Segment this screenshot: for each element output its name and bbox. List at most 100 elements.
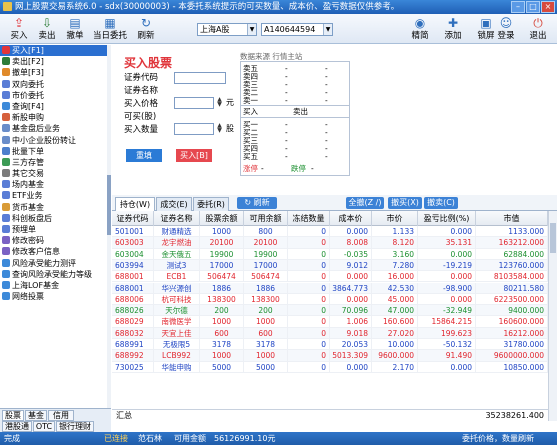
market-select[interactable]: 上海A股 ▼ (197, 23, 257, 36)
price-input[interactable] (174, 97, 214, 109)
sidebar-item[interactable]: 双向委托 (0, 79, 110, 90)
title-bar: 网上股票交易系统6.0 - sdx(30000003) - 本委托系统提示的可买… (0, 0, 557, 14)
sidebar-item[interactable]: 预埋单 (0, 224, 110, 235)
sidebar-item[interactable]: 科创板盘后 (0, 213, 110, 224)
sidebar-item[interactable]: ETF业务 (0, 190, 110, 201)
column-header[interactable]: 盈亏比例(%) (418, 211, 476, 226)
minimize-button[interactable]: – (511, 1, 525, 13)
tab-hk-connect[interactable]: 港股通 (2, 421, 32, 432)
table-row[interactable]: 688992 LCB992 1000 1000 0 5013.309 9600.000 91.… (112, 350, 548, 362)
table-cell: 5000 (200, 361, 244, 373)
maximize-button[interactable]: □ (526, 1, 540, 13)
sidebar-item[interactable]: 中小企业股份转让 (0, 135, 110, 146)
tab-orders[interactable]: 委托(R) (193, 197, 229, 211)
quote-row[interactable]: 买五 - - (243, 152, 347, 161)
today-orders-tool-button[interactable]: ▦ 当日委托 (90, 15, 130, 43)
cancel-tool-button[interactable]: ▤ 撤单 (60, 15, 90, 43)
sell-tool-button[interactable]: ⇩ 卖出 (32, 15, 62, 43)
sidebar-item[interactable]: 其它交易 (0, 168, 110, 179)
tab-funds[interactable]: 基金 (25, 410, 47, 421)
panel-splitter[interactable] (112, 186, 557, 194)
table-row[interactable]: 501001 财通精选 1000 800 0 0.000 1.133 0.000 1133.00… (112, 226, 548, 238)
refresh-button[interactable]: ↻ 刷新 (237, 197, 277, 209)
column-header[interactable]: 证券名称 (154, 211, 200, 226)
simple-mode-button[interactable]: ◉ 精简 (405, 15, 435, 43)
column-header[interactable]: 股票余额 (200, 211, 244, 226)
sidebar-item[interactable]: 修改密码 (0, 235, 110, 246)
sidebar-item-label: 预埋单 (12, 225, 36, 234)
price-stepper[interactable]: ▲ ▼ (214, 97, 225, 109)
table-row[interactable]: 603994 测试3 17000 17000 0 9.012 7.280 -19.219 123… (112, 259, 548, 272)
tab-bank-wealth[interactable]: 银行理财 (56, 421, 94, 432)
login-button[interactable]: ☺ 登录 (491, 15, 521, 43)
table-row[interactable]: 688001 ECB1 506474 506474 0 0.000 16.000 0.000 8… (112, 271, 548, 283)
table-row[interactable]: 688001 华兴源创 1886 1886 0 3864.773 42.530 -98.900… (112, 282, 548, 294)
quantity-unit: 股 (226, 124, 234, 133)
quote-row[interactable]: 卖一 - - (243, 96, 347, 105)
add-button[interactable]: ✚ 添加 (438, 15, 468, 43)
exit-button[interactable]: ⏻ 退出 (523, 15, 553, 43)
scrollbar-thumb[interactable] (107, 175, 111, 235)
sidebar-item[interactable]: 查询风险承受能力等级 (0, 269, 110, 280)
table-row[interactable]: 603003 龙宇燃油 20100 20100 0 8.008 8.120 35.131 163… (112, 237, 548, 249)
scrollbar-thumb[interactable] (550, 223, 556, 253)
table-scrollbar[interactable] (548, 211, 557, 421)
table-cell: 200 (200, 305, 244, 317)
cancel-buy-button[interactable]: 撤买(X) (388, 197, 422, 209)
table-cell: 123760.000 (476, 259, 548, 271)
close-button[interactable]: × (541, 1, 555, 13)
table-cell: 16212.000 (476, 327, 548, 339)
table-cell: 龙宇燃油 (154, 237, 200, 249)
sidebar-scrollbar[interactable] (107, 45, 111, 420)
sidebar-item[interactable]: 三方存管 (0, 157, 110, 168)
sidebar-item[interactable]: 修改客户信息 (0, 246, 110, 257)
sidebar-item[interactable]: 批量下单 (0, 146, 110, 157)
reset-button[interactable]: 重填 (126, 149, 162, 162)
column-header[interactable]: 证券代码 (112, 211, 154, 226)
sidebar-item[interactable]: 场内基金 (0, 179, 110, 190)
cancel-sell-button[interactable]: 撤卖(C) (424, 197, 458, 209)
tab-stocks[interactable]: 股票 (2, 410, 24, 421)
table-row[interactable]: 688026 天尔德 200 200 0 70.096 47.000 -32.949 9400.… (112, 305, 548, 317)
column-header[interactable]: 市价 (372, 211, 418, 226)
table-cell: 688001 (112, 282, 154, 294)
tab-credit[interactable]: 信用 (48, 410, 74, 421)
table-cell: 15864.215 (418, 316, 476, 328)
tab-otc[interactable]: OTC (33, 421, 55, 432)
column-header[interactable]: 可用余额 (244, 211, 288, 226)
sidebar-item[interactable]: 上海LOF基金 (0, 280, 110, 291)
sidebar-item-label: 新股申购 (12, 113, 44, 123)
column-header[interactable]: 市值 (476, 211, 548, 226)
table-row[interactable]: 730025 华能申购 5000 5000 0 0.000 2.170 0.000 10850.… (112, 361, 548, 373)
account-select[interactable]: A140644594 ▼ (261, 23, 333, 36)
table-row[interactable]: 688032 天宜上佳 600 600 0 9.018 27.020 199.623 16212… (112, 327, 548, 339)
sidebar-item-label: 修改客户信息 (12, 247, 60, 257)
tab-deals[interactable]: 成交(E) (156, 197, 192, 211)
table-cell: 1000 (200, 226, 244, 237)
sidebar-item[interactable]: 市价委托 (0, 90, 110, 101)
buy-tool-button[interactable]: ⇪ 买入 (4, 15, 34, 43)
quantity-input[interactable] (174, 123, 214, 135)
submit-buy-button[interactable]: 买入[B] (176, 149, 212, 162)
cancel-all-button[interactable]: 全撤(Z /) (346, 197, 384, 209)
sidebar-item[interactable]: 新股申购 (0, 112, 110, 123)
table-row[interactable]: 688991 无极限5 3178 3178 0 20.053 10.000 -50.132 31… (112, 339, 548, 351)
stock-code-input[interactable] (174, 72, 226, 84)
sidebar-item[interactable]: 风险承受能力测评 (0, 258, 110, 269)
quantity-stepper[interactable]: ▲ ▼ (214, 123, 225, 135)
table-row[interactable]: 603004 金天俄五 19900 19900 0 -0.035 3.160 0.000 628… (112, 248, 548, 260)
sidebar-item[interactable]: 撤单[F3] (0, 67, 110, 78)
sidebar-item[interactable]: 网络投票 (0, 291, 110, 302)
sidebar-item[interactable]: 卖出[F2] (0, 56, 110, 67)
sidebar-item[interactable]: 基金盘后业务 (0, 123, 110, 134)
column-header[interactable]: 冻结数量 (288, 211, 330, 226)
refresh-tool-button[interactable]: ↻ 刷新 (131, 15, 161, 43)
sidebar-item[interactable]: 货币基金 (0, 202, 110, 213)
sidebar-item[interactable]: 买入[F1] (0, 45, 110, 57)
table-cell: 688992 (112, 350, 154, 362)
table-row[interactable]: 688029 南微医学 1000 1000 0 1.006 160.600 15864.215… (112, 316, 548, 328)
table-row[interactable]: 688006 杭可科技 138300 138300 0 0.000 45.000 0.000 6… (112, 293, 548, 306)
column-header[interactable]: 成本价 (330, 211, 372, 226)
sidebar-item[interactable]: 查询[F4] (0, 101, 110, 112)
tab-position[interactable]: 持仓(W) (115, 197, 155, 211)
